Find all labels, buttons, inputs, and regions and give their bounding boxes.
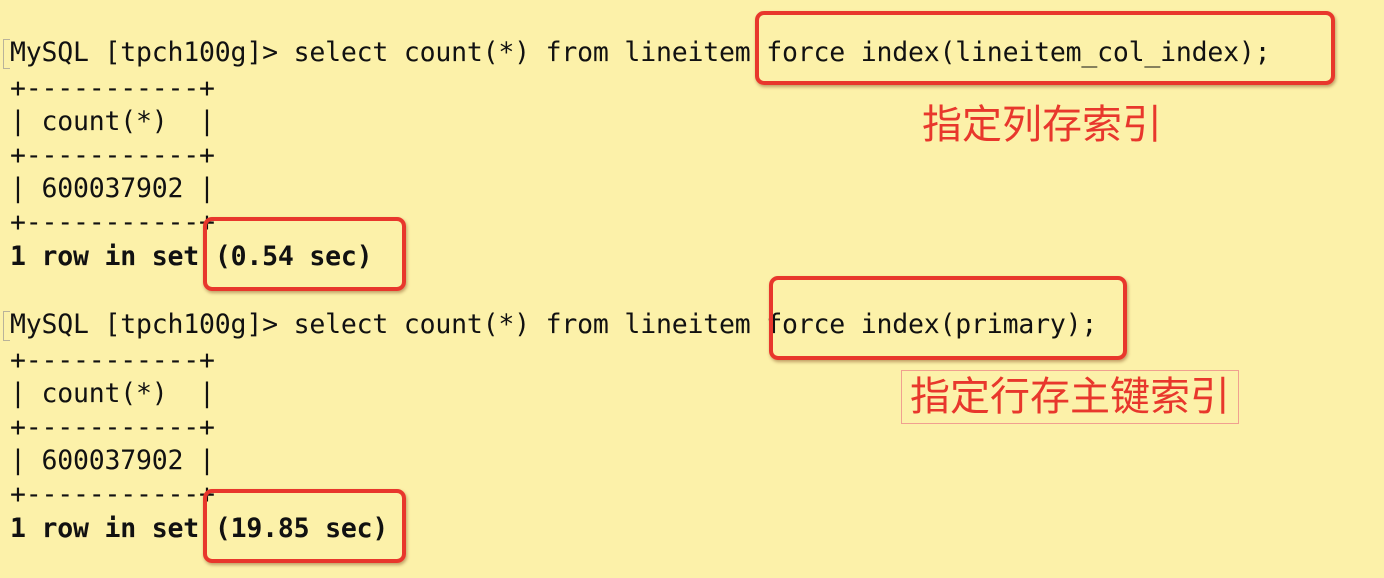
highlight-box-time	[203, 489, 406, 563]
table-border-top: +-----------+	[10, 73, 215, 104]
table-border-mid: +-----------+	[10, 412, 215, 443]
annotation-label: 指定列存索引	[922, 102, 1162, 148]
table-border-mid: +-----------+	[10, 140, 215, 171]
prompt: MySQL [tpch100g]>	[10, 37, 294, 68]
table-value: | 600037902 |	[10, 445, 215, 476]
result-prefix: 1 row in set	[10, 241, 215, 272]
line-marker-icon	[3, 39, 10, 69]
line-marker-icon	[3, 311, 10, 341]
table-border-bottom: +-----------+	[10, 207, 215, 238]
sql-text: select count(*) from lineitem	[293, 37, 751, 68]
table-border-bottom: +-----------+	[10, 479, 215, 510]
annotation-label: 指定行存主键索引	[901, 370, 1239, 424]
table-header: | count(*) |	[10, 106, 215, 137]
sql-text: select count(*) from lineitem	[293, 309, 751, 340]
prompt: MySQL [tpch100g]>	[10, 309, 294, 340]
table-border-top: +-----------+	[10, 345, 215, 376]
highlight-box-index-hint	[755, 11, 1335, 85]
highlight-box-index-hint	[769, 276, 1127, 360]
highlight-box-time	[203, 217, 406, 291]
result-prefix: 1 row in set	[10, 513, 215, 544]
table-value: | 600037902 |	[10, 173, 215, 204]
table-header: | count(*) |	[10, 378, 215, 409]
